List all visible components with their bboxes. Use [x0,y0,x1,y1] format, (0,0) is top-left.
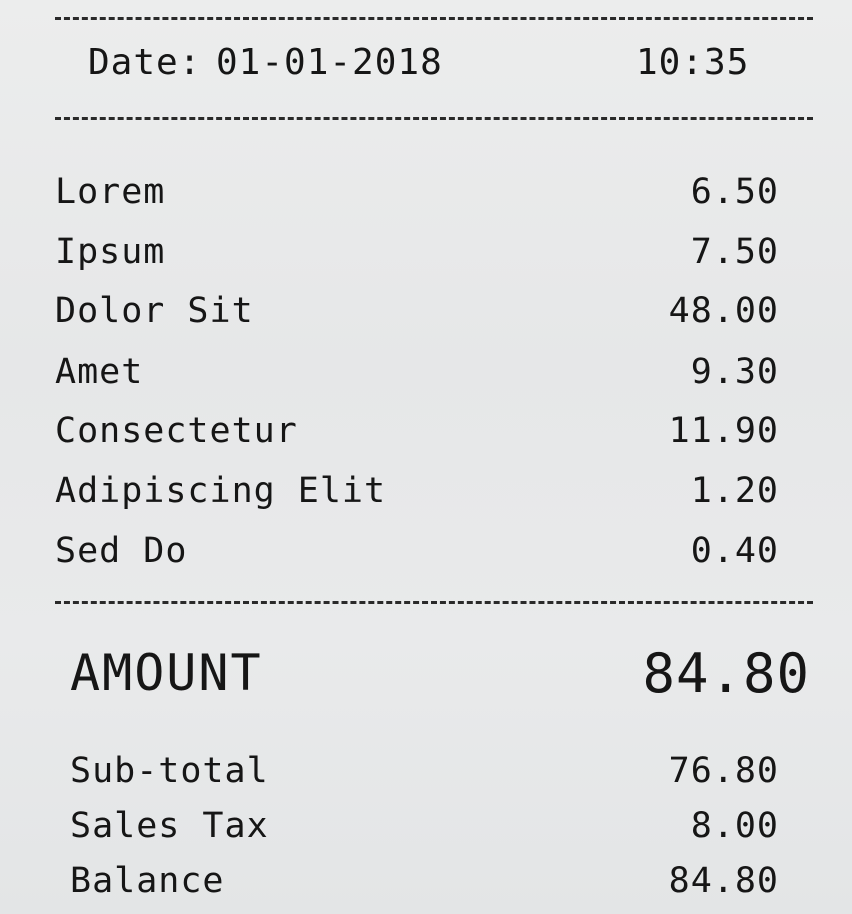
item-price: 6.50 [690,172,779,212]
item-name: Lorem [55,172,166,212]
summary-value: 84.80 [668,861,779,901]
list-item: Sed Do 0.40 [55,531,779,575]
item-price: 11.90 [668,411,779,451]
item-name: Amet [55,352,144,392]
list-item: Lorem 6.50 [55,172,779,216]
item-price: 9.30 [690,352,779,392]
summary-row-balance: Balance 84.80 [70,861,779,905]
summary-row-subtotal: Sub-total 76.80 [70,751,779,795]
item-name: Adipiscing Elit [55,471,387,511]
divider-total [55,601,813,604]
item-price: 0.40 [690,531,779,571]
item-name: Consectetur [55,411,298,451]
list-item: Ipsum 7.50 [55,232,779,276]
list-item: Consectetur 11.90 [55,411,779,455]
time-value: 10:35 [636,42,750,83]
item-name: Dolor Sit [55,291,254,331]
receipt: Date: 01-01-2018 10:35 Lorem 6.50 Ipsum … [0,0,852,914]
divider-top [55,17,813,20]
amount-label: AMOUNT [70,644,263,702]
item-name: Sed Do [55,531,188,571]
item-price: 1.20 [690,471,779,511]
list-item: Amet 9.30 [55,352,779,396]
summary-row-sales-tax: Sales Tax 8.00 [70,806,779,850]
item-price: 48.00 [668,291,779,331]
summary-label: Sub-total [70,751,269,791]
summary-label: Balance [70,861,225,901]
amount-value: 84.80 [642,642,810,705]
date-value: 01-01-2018 [216,42,443,83]
summary-label: Sales Tax [70,806,269,846]
list-item: Adipiscing Elit 1.20 [55,471,779,515]
list-item: Dolor Sit 48.00 [55,291,779,335]
item-name: Ipsum [55,232,166,272]
summary-value: 8.00 [690,806,779,846]
divider-header [55,117,813,120]
summary-value: 76.80 [668,751,779,791]
date-label: Date: [88,42,202,83]
item-price: 7.50 [690,232,779,272]
